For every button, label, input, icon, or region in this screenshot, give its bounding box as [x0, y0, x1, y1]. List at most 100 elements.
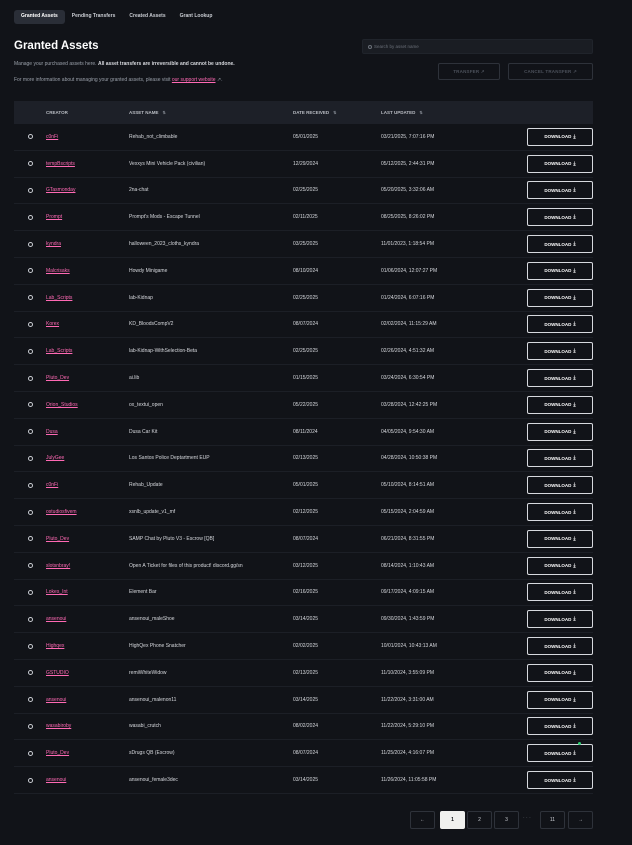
download-button[interactable]: DOWNLOAD ⤓: [527, 288, 593, 307]
creator-link[interactable]: kyndra: [46, 241, 61, 247]
creator-link[interactable]: Dusa: [46, 429, 58, 435]
download-button[interactable]: DOWNLOAD ⤓: [527, 610, 593, 629]
download-button[interactable]: DOWNLOAD ⤓: [527, 503, 593, 522]
table-row[interactable]: c0nFi Rehab_not_climbable 05/01/2025 03/21/…: [14, 124, 593, 151]
creator-link[interactable]: Malcrisaks: [46, 268, 70, 274]
tab-pending-transfers[interactable]: Pending Transfers: [65, 10, 123, 24]
row-select-radio[interactable]: [27, 429, 33, 435]
row-select-radio[interactable]: [27, 134, 33, 140]
row-select-radio[interactable]: [27, 375, 33, 381]
creator-link[interactable]: ostudiosfivem: [46, 509, 77, 515]
download-button[interactable]: DOWNLOAD ⤓: [527, 422, 593, 441]
download-button[interactable]: DOWNLOAD ⤓: [527, 395, 593, 414]
download-button[interactable]: DOWNLOAD ⤓: [527, 744, 593, 763]
header-date-received[interactable]: DATE RECEIVED ⇅: [293, 110, 381, 115]
row-select-radio[interactable]: [27, 509, 33, 515]
prev-page-button[interactable]: ←: [410, 811, 435, 829]
download-button[interactable]: DOWNLOAD ⤓: [527, 369, 593, 388]
row-select-radio[interactable]: [27, 482, 33, 488]
creator-link[interactable]: Lokes_Int: [46, 589, 68, 595]
download-button[interactable]: DOWNLOAD ⤓: [527, 637, 593, 656]
download-button[interactable]: DOWNLOAD ⤓: [527, 717, 593, 736]
tab-grant-lookup[interactable]: Grant Lookup: [173, 10, 220, 24]
table-row[interactable]: Pluto_Dev sDrugs QB (Escrow) 08/07/2024 11/…: [14, 740, 593, 768]
download-button[interactable]: DOWNLOAD ⤓: [527, 690, 593, 709]
table-row[interactable]: kyndra halloween_2023_cloths_kyndra 03/25/…: [14, 231, 593, 258]
cancel-transfer-button[interactable]: CANCEL TRANSFER ↗: [508, 63, 593, 80]
download-button[interactable]: DOWNLOAD ⤓: [527, 342, 593, 361]
creator-link[interactable]: slotsnbray!: [46, 563, 70, 569]
search-input[interactable]: Search by asset name: [362, 39, 593, 54]
download-button[interactable]: DOWNLOAD ⤓: [527, 181, 593, 200]
header-last-updated[interactable]: LAST UPDATED ⇅: [381, 110, 515, 115]
creator-link[interactable]: Lab_Scripts: [46, 295, 72, 301]
page-last-button[interactable]: 11: [540, 811, 565, 829]
row-select-radio[interactable]: [27, 723, 33, 729]
tab-granted-assets[interactable]: Granted Assets: [14, 10, 65, 24]
row-select-radio[interactable]: [27, 295, 33, 301]
row-select-radio[interactable]: [27, 321, 33, 327]
transfer-button[interactable]: TRANSFER ↗: [438, 63, 500, 80]
row-select-radio[interactable]: [27, 670, 33, 676]
row-select-radio[interactable]: [27, 777, 33, 783]
table-row[interactable]: JulyGee Los Santos Police Deptartment EUP…: [14, 446, 593, 473]
download-button[interactable]: DOWNLOAD ⤓: [527, 208, 593, 227]
creator-link[interactable]: Korex: [46, 321, 59, 327]
creator-link[interactable]: c0nFi: [46, 134, 58, 140]
creator-link[interactable]: Lab_Scripts: [46, 348, 72, 354]
download-button[interactable]: DOWNLOAD ⤓: [527, 449, 593, 468]
table-row[interactable]: Lab_Scripts lab-Kidnap 02/25/2025 01/24/202…: [14, 285, 593, 312]
download-button[interactable]: DOWNLOAD ⤓: [527, 663, 593, 682]
table-row[interactable]: Dusa Dusa Car Kit 08/11/2024 04/05/2024, 9:…: [14, 419, 593, 446]
row-select-radio[interactable]: [27, 455, 33, 461]
row-select-radio[interactable]: [27, 589, 33, 595]
download-button[interactable]: DOWNLOAD ⤓: [527, 583, 593, 602]
creator-link[interactable]: Prompt: [46, 214, 62, 220]
header-asset-name[interactable]: ASSET NAME ⇅: [129, 110, 293, 115]
row-select-radio[interactable]: [27, 536, 33, 542]
download-button[interactable]: DOWNLOAD ⤓: [527, 127, 593, 146]
creator-link[interactable]: c0nFi: [46, 482, 58, 488]
creator-link[interactable]: Pluto_Dev: [46, 536, 69, 542]
creator-link[interactable]: ansenoui: [46, 616, 66, 622]
support-website-link[interactable]: our support website: [172, 77, 216, 83]
row-select-radio[interactable]: [27, 563, 33, 569]
table-row[interactable]: GSTUDIO remiWhiteWidow 02/13/2025 11/10/202…: [14, 660, 593, 687]
download-button[interactable]: DOWNLOAD ⤓: [527, 235, 593, 254]
page-3-button[interactable]: 3: [494, 811, 519, 829]
row-select-radio[interactable]: [27, 616, 33, 622]
creator-link[interactable]: Orion_Studios: [46, 402, 78, 408]
creator-link[interactable]: Pluto_Dev: [46, 750, 69, 756]
creator-link[interactable]: GSTUDIO: [46, 670, 69, 676]
table-row[interactable]: wasabiroby wasabi_crutch 08/02/2024 11/22/2…: [14, 714, 593, 741]
table-row[interactable]: GTasmonday 2na-chat 02/25/2025 05/20/2025, …: [14, 178, 593, 205]
creator-link[interactable]: Pluto_Dev: [46, 375, 69, 381]
row-select-radio[interactable]: [27, 348, 33, 354]
row-select-radio[interactable]: [27, 697, 33, 703]
row-select-radio[interactable]: [27, 750, 33, 756]
table-row[interactable]: Highqex HighQex Phone Snatcher 02/02/2025 1…: [14, 633, 593, 660]
table-row[interactable]: Lokes_Int Element Bar 02/16/2025 09/17/2024…: [14, 580, 593, 607]
table-row[interactable]: Lab_Scripts lab-Kidnap-WithSelection-Beta…: [14, 338, 593, 366]
table-row[interactable]: Orion_Studios ox_textui_open 05/22/2025 03/…: [14, 392, 593, 419]
table-row[interactable]: c0nFi Rehab_Update 05/01/2025 05/10/2024, 8…: [14, 472, 593, 500]
tab-created-assets[interactable]: Created Assets: [122, 10, 172, 24]
download-button[interactable]: DOWNLOAD ⤓: [527, 556, 593, 575]
creator-link[interactable]: GTasmonday: [46, 187, 75, 193]
download-button[interactable]: DOWNLOAD ⤓: [527, 771, 593, 790]
table-row[interactable]: ansenoui ansenoui_female3dec 03/14/2025 11/…: [14, 767, 593, 794]
page-1-button[interactable]: 1: [440, 811, 465, 829]
next-page-button[interactable]: →: [568, 811, 593, 829]
row-select-radio[interactable]: [27, 643, 33, 649]
page-2-button[interactable]: 2: [467, 811, 492, 829]
download-button[interactable]: DOWNLOAD ⤓: [527, 476, 593, 495]
creator-link[interactable]: wasabiroby: [46, 723, 71, 729]
row-select-radio[interactable]: [27, 187, 33, 193]
creator-link[interactable]: tempBscripts: [46, 161, 75, 167]
table-row[interactable]: ansenoui ansenoui_malenon11 03/14/2025 11/2…: [14, 687, 593, 714]
table-row[interactable]: Pluto_Dev ai.lib 01/15/2025 03/24/2024, 6:3…: [14, 365, 593, 392]
table-row[interactable]: ansenoui ansenoui_maleShoe 03/14/2025 09/30…: [14, 606, 593, 634]
creator-link[interactable]: Highqex: [46, 643, 64, 649]
table-row[interactable]: tempBscripts Vexxys Mini Vehicle Pack (ci…: [14, 151, 593, 178]
row-select-radio[interactable]: [27, 268, 33, 274]
